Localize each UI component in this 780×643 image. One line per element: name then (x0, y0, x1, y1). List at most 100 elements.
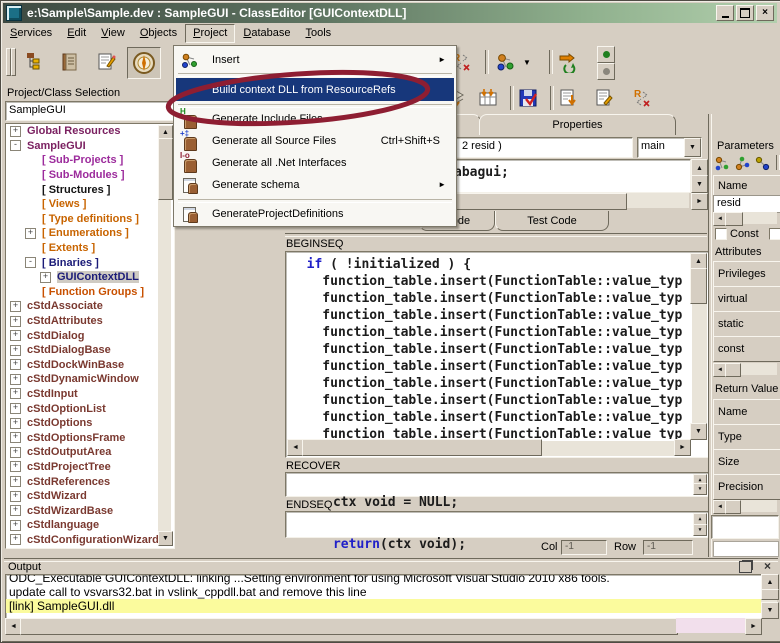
combo-dropdown-button[interactable]: ▼ (684, 138, 701, 157)
expander-icon[interactable]: + (10, 374, 21, 385)
attribute-row-const[interactable]: const (713, 336, 780, 362)
expander-icon[interactable]: + (10, 447, 21, 458)
expander-icon[interactable]: + (10, 126, 21, 137)
tree-item-class[interactable]: +cStdReferences (6, 474, 174, 489)
menu-services[interactable]: Services (3, 25, 59, 42)
tree-item-class[interactable]: +cStdOptionList (6, 401, 174, 416)
menu-project[interactable]: Project (185, 24, 235, 43)
run-build-button[interactable] (555, 49, 581, 75)
tree-item-class[interactable]: +cStdOutputArea (6, 445, 174, 460)
recover-scroll-down-button[interactable]: ▼ (693, 483, 707, 495)
tree-item-type-definitions[interactable]: [ Type definitions ] (6, 212, 174, 227)
expander-icon[interactable]: + (10, 345, 21, 356)
tree-item-class[interactable]: +cStdProjectTree (6, 460, 174, 475)
second-checkbox[interactable] (769, 228, 780, 240)
endseq-code-box[interactable]: return(ctx void); ▲ ▼ (285, 511, 709, 538)
menu-item-generate-project-definitions[interactable]: GenerateProjectDefinitions (176, 203, 454, 224)
code-vscroll-thumb[interactable] (690, 268, 707, 304)
insert-dropdown-button[interactable]: ▼ (519, 49, 535, 75)
menu-item-generate-net-interfaces[interactable]: I-o Generate all .Net Interfaces (176, 152, 454, 173)
tree-item-class[interactable]: +cStdOptions (6, 416, 174, 431)
import-table-button[interactable] (475, 85, 501, 111)
title-bar[interactable]: e:\Sample\Sample.dev : SampleGUI - Class… (3, 3, 777, 23)
tree-item-binaries[interactable]: -[ Binaries ] (6, 255, 174, 270)
return-row-size[interactable]: Size (713, 449, 780, 475)
tree-item-samplegui[interactable]: -SampleGUI (6, 139, 174, 154)
code-hscroll-thumb[interactable] (302, 439, 542, 456)
expander-icon[interactable]: + (10, 520, 21, 531)
expander-icon[interactable]: + (10, 418, 21, 429)
return-value-field[interactable] (711, 515, 779, 539)
refresh-all-button[interactable]: R (629, 85, 655, 111)
expander-icon[interactable]: + (10, 316, 21, 327)
project-selector-field[interactable]: SampleGUI (5, 101, 177, 121)
tree-item-structures[interactable]: [ Structures ] (6, 182, 174, 197)
output-hscroll-track-right[interactable] (676, 618, 745, 633)
review-document-button[interactable] (591, 85, 617, 111)
output-log[interactable]: ODC_Executable GUIContextDLL: linking ..… (5, 574, 762, 619)
return-row-name[interactable]: Name (713, 399, 780, 425)
menu-view[interactable]: View (94, 25, 132, 42)
expander-icon[interactable]: + (10, 534, 21, 545)
toolbar-grip[interactable] (11, 48, 16, 76)
add-parameter-icon[interactable] (714, 155, 731, 172)
attributes-hscroll-thumb[interactable] (725, 363, 741, 377)
expander-icon[interactable]: + (10, 388, 21, 399)
tree-item-enumerations[interactable]: +[ Enumerations ] (6, 226, 174, 241)
param-hscroll-thumb[interactable] (725, 212, 743, 226)
maximize-button[interactable] (736, 5, 754, 21)
code-editor[interactable]: if ( !initialized ) { function_table.ins… (285, 251, 709, 458)
expander-icon[interactable]: + (10, 330, 21, 341)
tab-test-code[interactable]: Test Code (495, 211, 609, 231)
tree-item-class[interactable]: +cStdConfigurationWizard (6, 533, 174, 548)
return-row-precision[interactable]: Precision (713, 474, 780, 500)
tree-item-sub-projects[interactable]: [ Sub-Projects ] (6, 153, 174, 168)
restore-panel-icon[interactable] (739, 561, 752, 573)
context-combobox[interactable]: main ▼ (637, 137, 702, 158)
panel-splitter[interactable] (708, 114, 712, 557)
tree-item-sub-modules[interactable]: [ Sub-Modules ] (6, 168, 174, 183)
insert-parameter-icon[interactable] (734, 155, 751, 172)
endseq-scroll-down-button[interactable]: ▼ (693, 524, 707, 536)
expander-icon[interactable]: + (10, 505, 21, 516)
tree-item-class[interactable]: +cStdInput (6, 387, 174, 402)
attribute-row-privileges[interactable]: Privileges (713, 261, 780, 287)
close-button[interactable]: × (756, 5, 774, 21)
preview-scroll-down-button[interactable]: ▼ (691, 175, 708, 193)
code-scroll-right-button[interactable]: ► (674, 439, 691, 456)
expander-icon[interactable]: + (40, 272, 51, 283)
tree-item-views[interactable]: [ Views ] (6, 197, 174, 212)
menu-objects[interactable]: Objects (133, 25, 184, 42)
expander-icon[interactable]: + (25, 228, 36, 239)
preview-scroll-right-button[interactable]: ► (691, 193, 708, 210)
library-book-button[interactable] (55, 47, 87, 77)
insert-object-button[interactable] (493, 49, 519, 75)
tree-item-function-groups[interactable]: [ Function Groups ] (6, 285, 174, 300)
tree-item-class[interactable]: +cStdWizard (6, 489, 174, 504)
tree-scrollbar-thumb[interactable] (158, 138, 173, 200)
menu-tools[interactable]: Tools (298, 25, 338, 42)
menu-item-build-context-dll[interactable]: Build context DLL from ResourceRefs (176, 78, 454, 101)
return-row-type[interactable]: Type (713, 424, 780, 450)
breakpoint-toggle[interactable] (597, 46, 615, 80)
menu-item-insert[interactable]: Insert ► (176, 49, 454, 70)
output-hscroll-thumb[interactable] (20, 618, 678, 635)
menu-database[interactable]: Database (236, 25, 297, 42)
remove-parameter-icon[interactable] (754, 155, 771, 172)
tree-item-guicontextdll[interactable]: +GUIContextDLL (6, 270, 174, 285)
param-name-cell[interactable]: resid (713, 195, 780, 213)
tree-item-class[interactable]: +cStdlanguage (6, 518, 174, 533)
const-checkbox[interactable] (715, 228, 727, 240)
tree-item-extents[interactable]: [ Extents ] (6, 241, 174, 256)
tree-item-class[interactable]: +cStdAssociate (6, 299, 174, 314)
minimize-button[interactable] (716, 5, 734, 21)
expander-icon[interactable]: - (10, 140, 21, 151)
class-tree-view-button[interactable] (19, 47, 51, 77)
expander-icon[interactable]: - (25, 257, 36, 268)
class-editor-button[interactable] (127, 47, 161, 79)
tree-item-class[interactable]: +cStdWizardBase (6, 503, 174, 518)
output-vscroll-thumb[interactable] (761, 589, 779, 600)
expander-icon[interactable]: + (10, 301, 21, 312)
menu-item-generate-schema[interactable]: Generate schema ► (176, 174, 454, 195)
menu-edit[interactable]: Edit (60, 25, 93, 42)
